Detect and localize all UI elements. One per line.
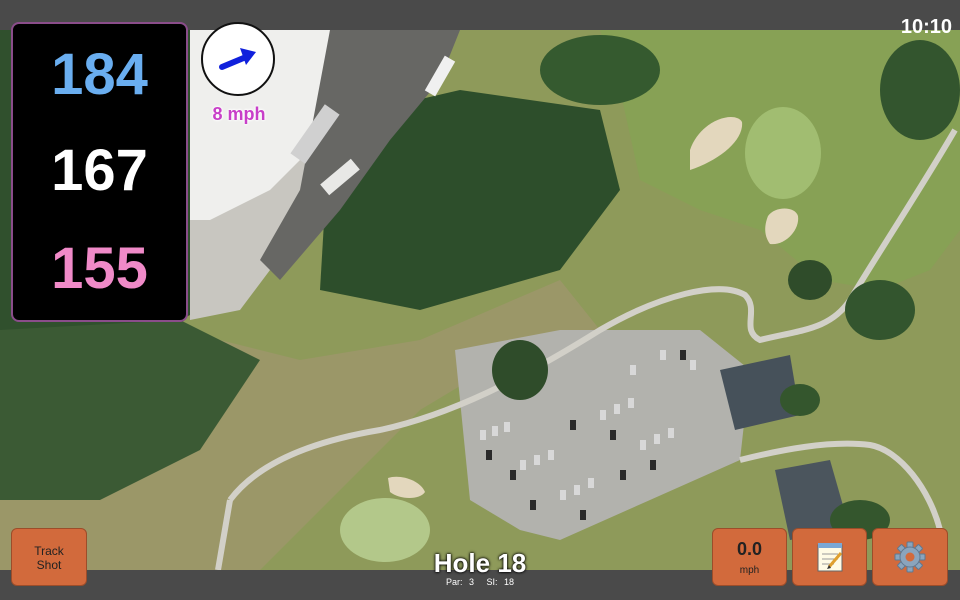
speed-value: 0.0	[736, 539, 763, 559]
arrow-right-icon	[219, 48, 256, 70]
track-shot-label: Track Shot	[34, 544, 64, 572]
notepad-icon	[817, 543, 842, 572]
wind-speed-label: 8 mph	[212, 104, 266, 124]
wind-indicator	[201, 22, 275, 96]
speed-button[interactable]: 0.0 mph	[712, 528, 787, 586]
settings-button[interactable]	[872, 528, 948, 586]
speed-unit: mph	[739, 565, 760, 576]
distance-back: 184	[51, 42, 148, 107]
hole-par: Par: 3	[445, 577, 474, 587]
hole-stroke-index: SI: 18	[486, 577, 515, 587]
distance-front: 155	[51, 236, 148, 301]
hole-title: Hole 18	[433, 548, 527, 578]
distance-middle: 167	[51, 138, 148, 203]
track-shot-button[interactable]: Track Shot	[11, 528, 87, 586]
distance-panel: 184 167 155	[11, 22, 188, 322]
clock: 10:10	[900, 16, 952, 38]
notes-button[interactable]	[792, 528, 867, 586]
gear-icon	[894, 541, 926, 573]
hole-info: Par: 3 SI: 18	[380, 577, 580, 587]
